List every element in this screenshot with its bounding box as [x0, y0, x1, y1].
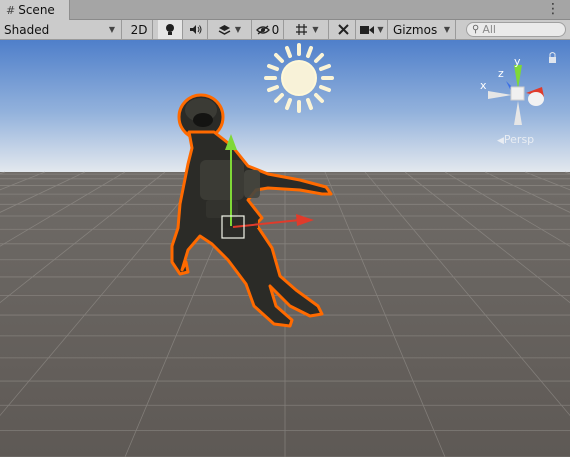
- hidden-objects-toggle[interactable]: 0: [252, 20, 284, 39]
- shading-mode-dropdown[interactable]: Shaded ▼: [0, 20, 122, 39]
- projection-label: Persp: [503, 133, 535, 146]
- camera-chevron-icon: ▼: [377, 25, 384, 34]
- sky: [0, 40, 570, 172]
- camera-dropdown[interactable]: ▼: [357, 20, 388, 39]
- gizmos-dropdown[interactable]: Gizmos ▼: [388, 20, 456, 39]
- tools-toggle-button[interactable]: [331, 20, 356, 39]
- tab-scene[interactable]: # Scene: [0, 0, 70, 20]
- scene-canvas[interactable]: y x z: [0, 40, 570, 457]
- scene-viewport[interactable]: y x z ◀Persp: [0, 40, 570, 457]
- toggle-2d-button[interactable]: 2D: [126, 20, 153, 39]
- sun-icon: [264, 43, 334, 113]
- grid-snap-dropdown[interactable]: ▼: [286, 20, 329, 39]
- search-field[interactable]: ⚲ All: [466, 22, 566, 37]
- gizmos-label: Gizmos: [393, 22, 438, 37]
- camera-icon: [360, 25, 375, 34]
- gizmo-y-label: y: [514, 55, 521, 68]
- more-options-icon[interactable]: ⋮: [546, 1, 560, 17]
- effects-icon: [218, 24, 231, 35]
- effects-dropdown[interactable]: ▼: [208, 20, 252, 39]
- chevron-down-icon: ▼: [108, 25, 115, 34]
- search-placeholder: All: [482, 23, 496, 36]
- lighting-toggle-button[interactable]: [158, 20, 183, 39]
- audio-icon: [189, 25, 201, 34]
- shading-mode-value: Shaded: [4, 22, 50, 37]
- grid-icon: #: [6, 3, 16, 17]
- gizmos-chevron-icon: ▼: [443, 25, 450, 34]
- effects-chevron-icon: ▼: [234, 25, 242, 34]
- grid-snap-icon: [296, 24, 308, 35]
- tab-scene-label: Scene: [18, 3, 55, 17]
- scene-toolbar: Shaded ▼ 2D ▼ 0 ▼ ▼ Gizmos ▼ ⚲ All: [0, 20, 570, 40]
- hidden-objects-count: 0: [271, 22, 280, 37]
- lighting-icon: [166, 24, 174, 35]
- visibility-icon: [255, 24, 270, 35]
- audio-toggle-button[interactable]: [183, 20, 208, 39]
- search-icon: ⚲: [472, 24, 480, 35]
- toggle-2d-label: 2D: [130, 22, 148, 37]
- gizmo-x-label: x: [480, 79, 487, 92]
- persp-icon: ◀: [497, 136, 504, 146]
- grid-snap-chevron-icon: ▼: [312, 25, 319, 34]
- tab-bar: # Scene ⋮: [0, 0, 570, 20]
- gizmo-z-label: z: [498, 67, 504, 80]
- projection-toggle[interactable]: ◀Persp: [497, 133, 534, 146]
- tools-icon: [337, 24, 349, 35]
